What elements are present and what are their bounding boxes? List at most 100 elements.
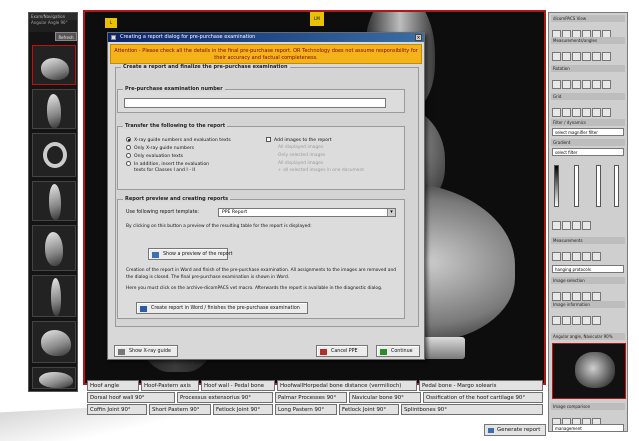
management-select[interactable]: management <box>552 424 624 432</box>
measurement-tools-row[interactable] <box>552 246 626 261</box>
report-preview-group: Report preview and creating reports Use … <box>117 196 405 319</box>
grid-tools-row[interactable] <box>552 102 626 117</box>
tools-panel: dicomPACS View Measurements/angles Rotat… <box>548 12 628 432</box>
rotation-tools-row[interactable] <box>552 74 626 89</box>
sub-option-one-document: + all selected images in one document <box>278 168 365 173</box>
continue-button[interactable]: Continue <box>376 345 420 357</box>
xray-guide-icon <box>118 349 125 355</box>
window-level-sliders[interactable] <box>552 163 626 211</box>
template-select[interactable]: PPE Report ▾ <box>218 208 396 217</box>
mini-view-title: Angular angle, Navicular 90% <box>551 333 625 340</box>
label-ossification[interactable]: Ossification of the hoof cartilage 90° <box>423 392 543 403</box>
label-coffin-joint[interactable]: Coffin Joint 90° <box>87 404 147 415</box>
thumbnail-panel: Exam/Navigation Angular Angle 90° Refres… <box>28 12 78 392</box>
label-dorsal-hoof-wall[interactable]: Dorsal hoof wall 90° <box>87 392 175 403</box>
sub-option-all-displayed: All displayed images <box>278 145 324 150</box>
comparison-tools-row[interactable] <box>552 412 626 427</box>
slider-3[interactable] <box>614 165 619 207</box>
slider-2[interactable] <box>596 165 601 207</box>
tools-header-image-selection: Image selection <box>551 277 625 284</box>
label-fetlock-joint-2[interactable]: Fetlock Joint 90° <box>339 404 399 415</box>
macro-text: Here you must click on the archive-dicom… <box>126 286 383 291</box>
hanging-protocols-select[interactable]: hanging protocols <box>552 265 624 273</box>
report-preview-group-title: Report preview and creating reports <box>123 196 231 202</box>
report-icon <box>488 428 494 433</box>
measure-tools-row[interactable] <box>552 46 626 61</box>
thumbnail-panel-subtitle: Angular Angle 90° <box>29 20 77 32</box>
radio-guide-only[interactable]: Only X-ray guide numbers <box>126 145 194 151</box>
tools-header-measure: Measurements/angles <box>551 37 625 44</box>
generate-report-button[interactable]: Generate report <box>484 424 546 436</box>
image-selection-row[interactable] <box>552 286 626 301</box>
show-preview-button[interactable]: Show a preview of the report <box>148 248 233 260</box>
radio-guide-and-texts[interactable]: X-ray guide numbers and evaluation texts <box>126 137 231 143</box>
exam-number-group-title: Pre-purchase examination number <box>123 86 225 92</box>
slider-1[interactable] <box>574 165 579 207</box>
label-splintbones[interactable]: Splintbones 90° <box>401 404 543 415</box>
label-hoof-angle[interactable]: Hoof angle <box>87 380 139 391</box>
radio-icon <box>126 153 131 158</box>
attention-banner: Attention - Please check all the details… <box>110 44 422 64</box>
magnifier-filter-select[interactable]: select magnifier filter <box>552 128 624 136</box>
cancel-ppe-button[interactable]: Cancel PPE <box>316 345 368 357</box>
view-tools-row[interactable] <box>552 24 626 39</box>
label-long-pastern[interactable]: Long Pastern 90° <box>275 404 337 415</box>
label-wall-distance[interactable]: HoofwallHorpedal bone distance (vermilio… <box>277 380 417 391</box>
gradient-tools-row[interactable] <box>552 215 626 230</box>
gradient-bar <box>554 165 559 207</box>
transfer-group-title: Transfer the following to the report <box>123 123 228 129</box>
show-xray-guide-button[interactable]: Show X-ray guide <box>114 345 178 357</box>
thumbnail-1[interactable] <box>32 45 76 85</box>
thumbnail-5[interactable] <box>32 225 76 271</box>
checkbox-icon <box>266 137 271 142</box>
xray-marker-left: L <box>105 18 117 28</box>
image-info-row[interactable] <box>552 310 626 325</box>
label-hoof-pastern-axis[interactable]: Hoof-Pastern axis <box>141 380 199 391</box>
dialog-titlebar: Creating a report dialog for pre-purchas… <box>108 33 424 42</box>
thumbnail-panel-title: Exam/Navigation <box>29 13 77 20</box>
tools-header-image-info: Image information <box>551 301 625 308</box>
label-processus-extensorius[interactable]: Processus extensorius 90° <box>177 392 273 403</box>
dialog-title: Creating a report dialog for pre-purchas… <box>120 34 256 40</box>
close-button[interactable]: × <box>415 34 422 41</box>
transfer-group: Transfer the following to the report X-r… <box>117 123 405 190</box>
thumbnail-3[interactable] <box>32 133 76 177</box>
radio-icon <box>126 161 131 166</box>
tools-header-comparison: Image comparison <box>551 403 625 410</box>
create-report-button[interactable]: Create report in Word / finishes the pre… <box>136 302 308 314</box>
thumbnail-6[interactable] <box>32 275 76 317</box>
table-icon <box>152 252 159 258</box>
tools-header-grid: Grid <box>551 93 625 100</box>
tools-header-gradient: Gradient <box>551 139 625 146</box>
label-pedal-margo[interactable]: Pedal bone - Margo solearis <box>419 380 543 391</box>
creation-text: Creation of the report in Word and finis… <box>126 268 397 280</box>
tools-header-measurements: Measurements <box>551 237 625 244</box>
thumbnail-4[interactable] <box>32 181 76 221</box>
refresh-button[interactable]: Refresh <box>55 32 77 41</box>
thumbnail-7[interactable] <box>32 321 76 363</box>
dialog-app-icon <box>111 35 116 40</box>
label-short-pastern[interactable]: Short Pastern 90° <box>149 404 211 415</box>
exam-number-input[interactable] <box>124 98 386 108</box>
radio-icon <box>126 145 131 150</box>
label-hoof-wall-pedal[interactable]: Hoof wall - Pedal bone <box>201 380 275 391</box>
chevron-down-icon[interactable]: ▾ <box>387 209 395 216</box>
cancel-icon <box>320 349 327 355</box>
filter-select[interactable]: select filter <box>552 148 624 156</box>
template-select-value: PPE Report <box>222 210 248 215</box>
label-navicular-bone[interactable]: Navicular bone 90° <box>349 392 421 403</box>
sub-option-selected: Only selected images <box>278 153 326 158</box>
add-images-checkbox[interactable]: Add images to the report <box>266 137 332 143</box>
thumbnail-2[interactable] <box>32 89 76 129</box>
radio-texts-only[interactable]: Only evaluation texts <box>126 153 183 159</box>
preview-hint: By clicking on this button a preview of … <box>126 224 312 229</box>
radio-insert-evaluation[interactable]: In addition, insert the evaluation <box>126 161 209 167</box>
mini-preview[interactable] <box>552 343 626 399</box>
label-fetlock-joint-1[interactable]: Fetlock Joint 90° <box>213 404 273 415</box>
check-icon <box>380 349 387 355</box>
thumbnail-8[interactable] <box>32 367 76 389</box>
tools-header-filter: Filter / dynamics <box>551 119 625 126</box>
label-palmar-processes[interactable]: Palmar Processes 90° <box>275 392 347 403</box>
exam-number-group: Pre-purchase examination number <box>117 86 405 113</box>
word-icon <box>140 306 147 312</box>
